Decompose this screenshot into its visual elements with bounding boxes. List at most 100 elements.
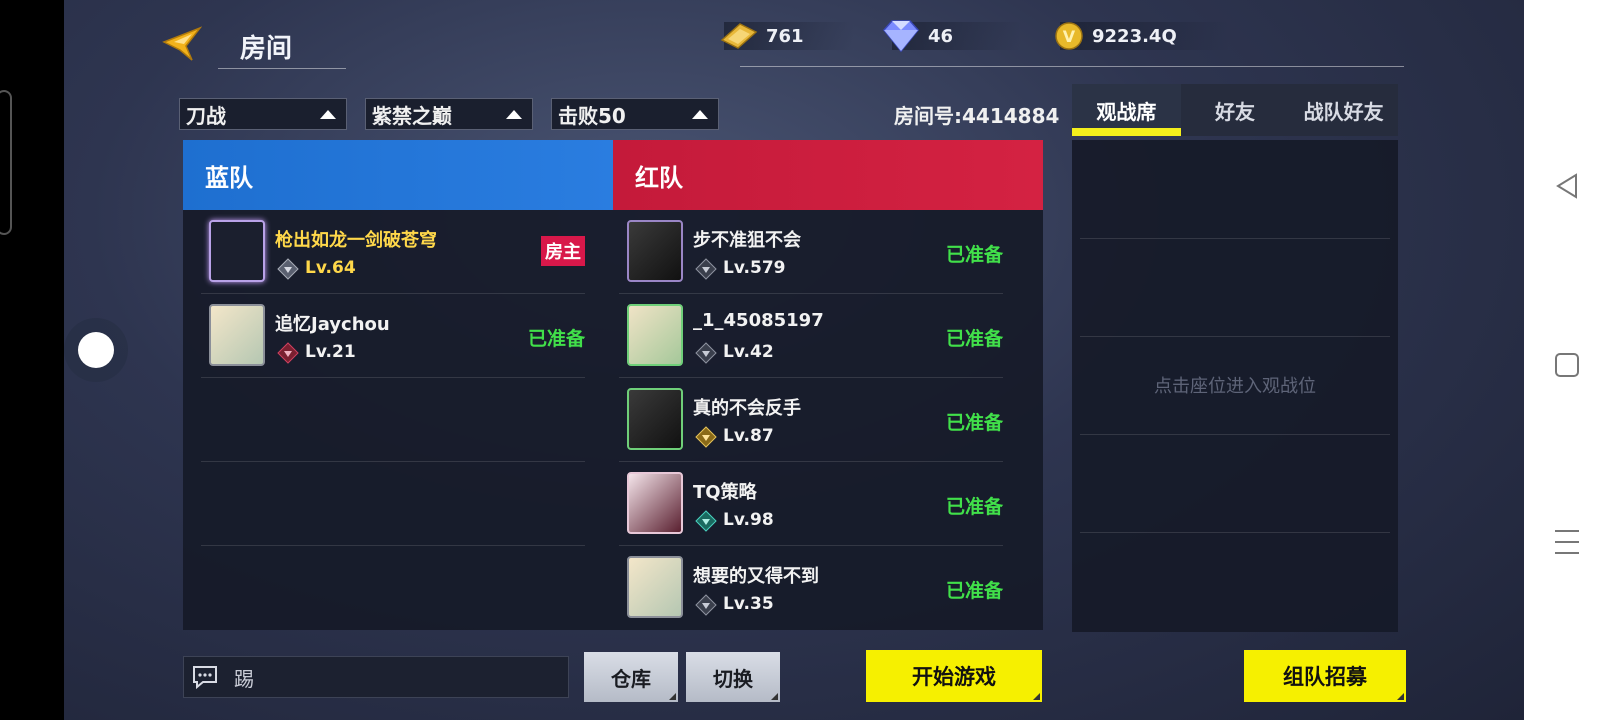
side-tabs: 观战席 好友 战队好友 <box>1072 84 1398 136</box>
player-level: Lv.98 <box>723 510 774 530</box>
rank-icon <box>277 258 299 280</box>
game-screen: 房间 761 46 V 9223.4Q 刀战 紫禁之巅 击败50 房间号:441… <box>64 0 1524 720</box>
system-nav-bar <box>1524 0 1612 720</box>
header-divider <box>740 66 1404 67</box>
blue-slot-2[interactable]: 追忆Jaychou Lv.21 已准备 <box>201 294 585 378</box>
camera-notch <box>0 90 12 235</box>
avatar <box>627 304 683 366</box>
gold-ticket-amount: 761 <box>766 25 804 47</box>
gold-ticket-icon <box>720 23 758 49</box>
ready-status: 已准备 <box>527 328 585 350</box>
spectator-panel[interactable]: 点击座位进入观战位 <box>1072 140 1398 632</box>
switch-button[interactable]: 切换 <box>686 652 780 702</box>
start-game-label: 开始游戏 <box>912 665 996 689</box>
tab-friends[interactable]: 好友 <box>1181 84 1290 136</box>
avatar <box>627 556 683 618</box>
ready-status: 已准备 <box>945 412 1003 434</box>
spectator-hint: 点击座位进入观战位 <box>1154 376 1316 397</box>
caret-up-icon <box>692 110 708 119</box>
blue-slot-empty[interactable] <box>201 378 585 462</box>
rank-icon <box>277 342 299 364</box>
red-slot-1[interactable]: 步不准狙不会 Lv.579 已准备 <box>619 210 1003 294</box>
ready-status: 已准备 <box>945 244 1003 266</box>
v-coin-icon: V <box>1055 22 1083 50</box>
recruit-button[interactable]: 组队招募 <box>1244 650 1406 702</box>
player-name: TQ策略 <box>693 482 757 503</box>
red-slot-3[interactable]: 真的不会反手 Lv.87 已准备 <box>619 378 1003 462</box>
rank-icon <box>695 594 717 616</box>
divider <box>1080 238 1390 239</box>
corner-mark <box>771 693 778 700</box>
v-coin-counter[interactable]: V 9223.4Q <box>1054 20 1177 52</box>
goal-value: 击败50 <box>558 103 626 128</box>
home-nav-icon[interactable] <box>1554 352 1580 378</box>
diamond-amount: 46 <box>928 25 954 47</box>
chat-text: 踢 <box>234 666 254 691</box>
map-dropdown[interactable]: 紫禁之巅 <box>365 98 533 130</box>
rank-icon <box>695 342 717 364</box>
chat-input[interactable]: 踢 <box>183 656 569 698</box>
goal-dropdown[interactable]: 击败50 <box>551 98 719 130</box>
chat-bubble-icon <box>184 656 226 698</box>
diamond-counter[interactable]: 46 <box>882 20 954 53</box>
menu-nav-icon[interactable] <box>1554 528 1580 556</box>
room-id: 房间号:4414884 <box>894 104 1060 128</box>
tab-clan-friends[interactable]: 战队好友 <box>1289 84 1398 136</box>
divider <box>1080 336 1390 337</box>
avatar <box>627 220 683 282</box>
red-team-label: 红队 <box>635 163 683 192</box>
floating-assist-button[interactable] <box>64 318 128 382</box>
rank-icon <box>695 510 717 532</box>
red-slot-5[interactable]: 想要的又得不到 Lv.35 已准备 <box>619 546 1003 630</box>
divider <box>1080 532 1390 533</box>
teams-panel: 蓝队 红队 枪出如龙一剑破苍穹 Lv.64 房主 追忆Jaychou Lv.21… <box>183 140 1043 630</box>
player-name: 枪出如龙一剑破苍穹 <box>275 230 437 251</box>
avatar <box>627 472 683 534</box>
ready-status: 已准备 <box>945 328 1003 350</box>
avatar <box>627 388 683 450</box>
player-level: Lv.42 <box>723 342 774 362</box>
player-level: Lv.64 <box>305 258 356 278</box>
red-slot-2[interactable]: _1_45085197 Lv.42 已准备 <box>619 294 1003 378</box>
blue-slot-1[interactable]: 枪出如龙一剑破苍穹 Lv.64 房主 <box>201 210 585 294</box>
tab-spectators[interactable]: 观战席 <box>1072 84 1181 136</box>
map-value: 紫禁之巅 <box>372 103 452 128</box>
warehouse-button[interactable]: 仓库 <box>584 652 678 702</box>
rank-icon <box>695 426 717 448</box>
player-level: Lv.35 <box>723 594 774 614</box>
recruit-label: 组队招募 <box>1283 665 1367 689</box>
caret-up-icon <box>506 110 522 119</box>
rank-icon <box>695 258 717 280</box>
warehouse-label: 仓库 <box>611 666 651 691</box>
back-nav-icon[interactable] <box>1554 172 1580 200</box>
mode-dropdown[interactable]: 刀战 <box>179 98 347 130</box>
ready-status: 已准备 <box>945 496 1003 518</box>
player-name: 真的不会反手 <box>693 398 801 419</box>
caret-up-icon <box>320 110 336 119</box>
mode-value: 刀战 <box>186 103 226 128</box>
red-team-header: 红队 <box>613 140 1043 210</box>
host-badge: 房主 <box>541 236 585 266</box>
corner-mark <box>1397 693 1404 700</box>
player-level: Lv.579 <box>723 258 786 278</box>
back-arrow-icon[interactable] <box>162 24 203 64</box>
start-game-button[interactable]: 开始游戏 <box>866 650 1042 702</box>
title-underline <box>218 68 346 69</box>
ready-status: 已准备 <box>945 580 1003 602</box>
divider <box>1080 434 1390 435</box>
corner-mark <box>669 693 676 700</box>
player-level: Lv.87 <box>723 426 774 446</box>
diamond-icon <box>883 20 919 53</box>
avatar <box>209 304 265 366</box>
corner-mark <box>1033 693 1040 700</box>
page-title: 房间 <box>240 34 293 64</box>
left-bezel <box>0 0 64 720</box>
player-level: Lv.21 <box>305 342 356 362</box>
blue-slot-empty[interactable] <box>201 462 585 546</box>
red-slot-4[interactable]: TQ策略 Lv.98 已准备 <box>619 462 1003 546</box>
blue-team-label: 蓝队 <box>205 163 253 192</box>
player-name: 想要的又得不到 <box>693 566 819 587</box>
gold-ticket-counter[interactable]: 761 <box>718 20 804 52</box>
v-coin-amount: 9223.4Q <box>1092 25 1177 47</box>
player-name: _1_45085197 <box>693 310 824 331</box>
